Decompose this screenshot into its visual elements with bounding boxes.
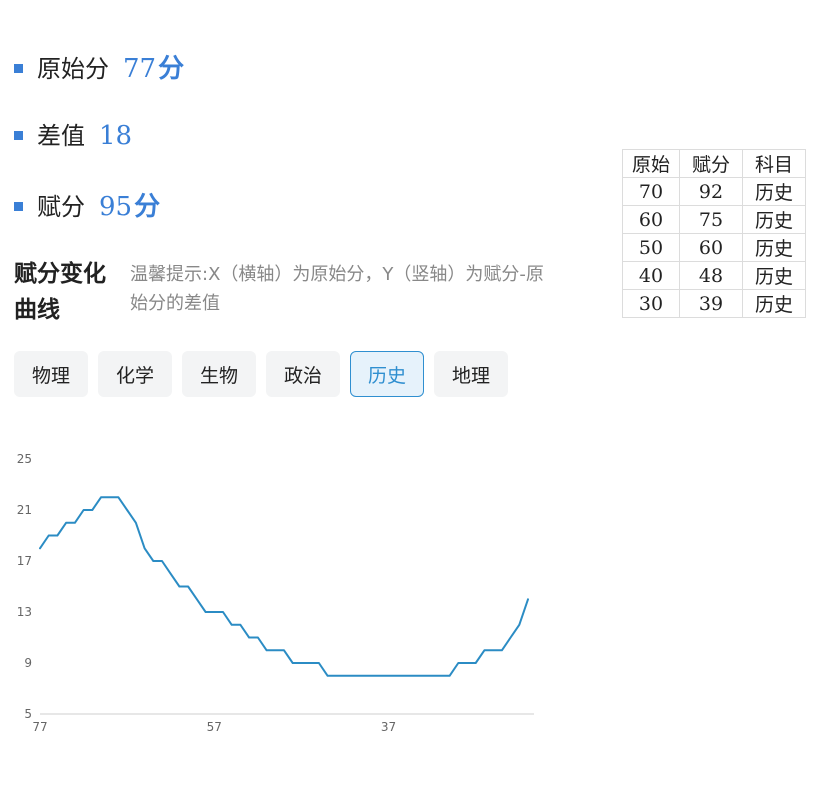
y-tick-label: 17 — [17, 554, 32, 568]
table-row: 60 75 历史 — [622, 205, 806, 234]
cell-raw: 60 — [622, 205, 680, 234]
y-tick-label: 13 — [17, 605, 32, 619]
assigned-score-label: 赋分 — [37, 193, 85, 221]
score-lookup-table: 原始 赋分 科目 70 92 历史 60 75 历史 50 60 历史 40 4… — [622, 149, 806, 318]
bullet-icon — [14, 202, 23, 211]
x-tick-label: 77 — [32, 720, 47, 734]
cell-assigned: 48 — [679, 261, 743, 290]
raw-score-value: 77 — [123, 54, 157, 84]
cell-subject: 历史 — [742, 177, 806, 206]
difference-row: 差值 18 — [14, 116, 132, 151]
cell-raw: 70 — [622, 177, 680, 206]
cell-assigned: 39 — [679, 289, 743, 318]
section-title: 赋分变化曲线 — [14, 261, 106, 323]
table-row: 50 60 历史 — [622, 233, 806, 262]
y-tick-label: 9 — [24, 656, 32, 670]
tab-biology[interactable]: 生物 — [182, 351, 256, 397]
series-line — [39, 496, 529, 677]
difference-label: 差值 — [37, 122, 85, 150]
y-tick-label: 21 — [17, 503, 32, 517]
cell-assigned: 92 — [679, 177, 743, 206]
x-tick-label: 57 — [207, 720, 222, 734]
difference-value: 18 — [99, 121, 133, 151]
header-subject: 科目 — [742, 149, 806, 178]
assigned-score-value: 95 — [99, 192, 133, 222]
tab-physics[interactable]: 物理 — [14, 351, 88, 397]
cell-subject: 历史 — [742, 205, 806, 234]
tab-chemistry[interactable]: 化学 — [98, 351, 172, 397]
cell-subject: 历史 — [742, 289, 806, 318]
raw-score-label: 原始分 — [37, 55, 109, 83]
chart-hint: 温馨提示:X（横轴）为原始分，Y（竖轴）为赋分-原始分的差值 — [130, 264, 544, 314]
cell-subject: 历史 — [742, 233, 806, 262]
subject-tabs: 物理 化学 生物 政治 历史 地理 — [14, 351, 508, 397]
y-tick-label: 25 — [17, 452, 32, 466]
header-assigned: 赋分 — [679, 149, 743, 178]
raw-score-row: 原始分 77 分 — [14, 48, 184, 85]
tab-history[interactable]: 历史 — [350, 351, 424, 397]
raw-score-unit: 分 — [158, 54, 185, 84]
bullet-icon — [14, 131, 23, 140]
cell-assigned: 60 — [679, 233, 743, 262]
y-tick-label: 5 — [24, 707, 32, 721]
assigned-score-row: 赋分 95 分 — [14, 186, 160, 223]
cell-subject: 历史 — [742, 261, 806, 290]
cell-raw: 50 — [622, 233, 680, 262]
cell-raw: 40 — [622, 261, 680, 290]
bullet-icon — [14, 64, 23, 73]
table-row: 30 39 历史 — [622, 289, 806, 318]
tab-politics[interactable]: 政治 — [266, 351, 340, 397]
assigned-score-unit: 分 — [134, 192, 161, 222]
x-tick-label: 37 — [381, 720, 396, 734]
table-row: 40 48 历史 — [622, 261, 806, 290]
table-row: 70 92 历史 — [622, 177, 806, 206]
cell-raw: 30 — [622, 289, 680, 318]
table-header-row: 原始 赋分 科目 — [622, 149, 806, 178]
score-difference-chart: 5 9 13 17 21 25 77 57 37 — [17, 452, 534, 734]
header-raw: 原始 — [622, 149, 680, 178]
tab-geography[interactable]: 地理 — [434, 351, 508, 397]
cell-assigned: 75 — [679, 205, 743, 234]
